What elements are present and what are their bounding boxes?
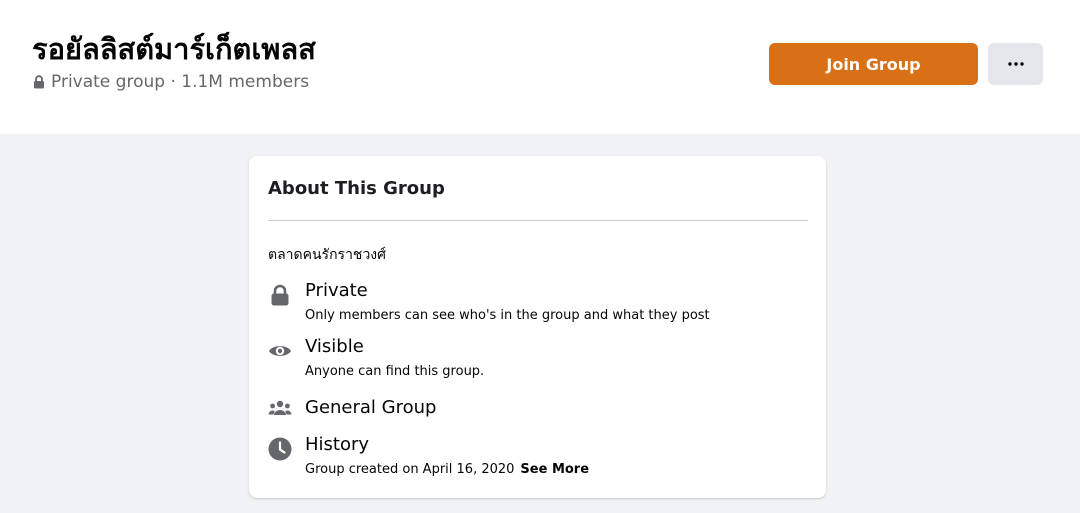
- visibility-subtitle: Anyone can find this group.: [305, 364, 485, 379]
- see-more-link[interactable]: See More: [520, 462, 589, 477]
- history-subtitle: Group created on April 16, 2020 See More: [305, 462, 589, 477]
- privacy-subtitle: Only members can see who's in the group …: [305, 308, 710, 323]
- history-row: History Group created on April 16, 2020 S…: [268, 434, 808, 484]
- created-date: Group created on April 16, 2020: [305, 462, 515, 477]
- privacy-row: Private Only members can see who's in th…: [268, 280, 808, 330]
- group-type-title: General Group: [305, 397, 437, 418]
- visibility-title: Visible: [305, 336, 364, 357]
- divider: [268, 220, 808, 221]
- privacy-label: Private group: [51, 72, 166, 92]
- people-icon: [268, 400, 292, 415]
- group-header: รอยัลลิสต์มาร์เก็ตเพลส Private group · 1…: [0, 0, 1080, 134]
- privacy-title: Private: [305, 280, 368, 301]
- more-icon: [1007, 62, 1024, 66]
- lock-icon: [271, 284, 289, 306]
- members-count: 1.1M members: [181, 72, 310, 92]
- about-title: About This Group: [268, 178, 445, 199]
- lock-icon: [34, 75, 44, 89]
- history-title: History: [305, 434, 370, 455]
- group-description: ตลาดคนรักราชวงศ์: [268, 247, 387, 263]
- eye-icon: [269, 346, 291, 356]
- more-options-button[interactable]: [988, 43, 1043, 85]
- join-group-button[interactable]: Join Group: [769, 43, 978, 85]
- visibility-row: Visible Anyone can find this group.: [268, 336, 808, 386]
- group-title: รอยัลลิสต์มาร์เก็ตเพลส: [32, 32, 316, 66]
- about-card: About This Group ตลาดคนรักราชวงศ์ Privat…: [249, 156, 826, 498]
- group-meta: Private group · 1.1M members: [33, 72, 309, 92]
- group-type-row: General Group: [268, 397, 808, 425]
- meta-separator: ·: [165, 72, 182, 92]
- clock-icon: [268, 437, 292, 461]
